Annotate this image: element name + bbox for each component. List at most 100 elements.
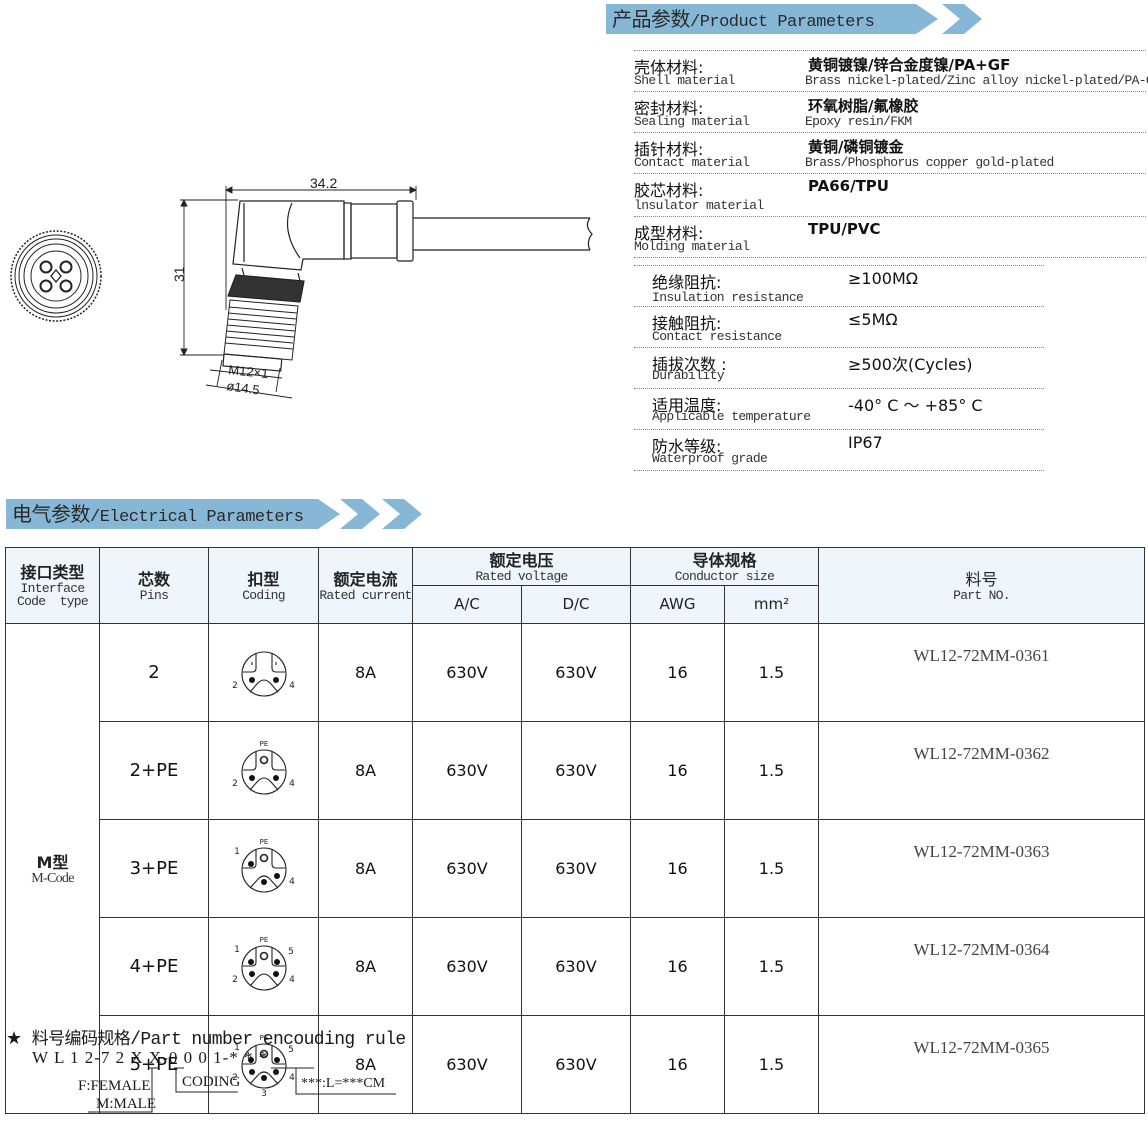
awg-cell: 16 bbox=[630, 623, 725, 722]
pin-label-5: 5 bbox=[288, 947, 294, 957]
pin-layout-4pe-icon: PE 2 4 1 5 bbox=[232, 936, 295, 991]
header-pins: 芯数 Pins bbox=[99, 547, 209, 624]
header-mm2: mm² bbox=[724, 585, 819, 624]
material-value-cn: 黄铜镀镍/锌合金度镍/PA+GF bbox=[808, 56, 1011, 74]
header-label-cn: 额定电流 bbox=[333, 569, 398, 589]
spec-label-en: Durability bbox=[652, 368, 725, 383]
material-row: 插针材料: Contact material 黄铜/磷铜镀金 Brass/Pho… bbox=[634, 132, 1146, 173]
dimension-diameter: ø14.5 bbox=[226, 378, 261, 397]
pin-layout-outline bbox=[240, 748, 287, 795]
mm2-cell: 1.5 bbox=[724, 1015, 819, 1114]
header-label-cn: 导体规格 bbox=[692, 550, 757, 570]
pin-contact bbox=[273, 958, 280, 965]
material-label-en: lnsulator material bbox=[634, 198, 764, 213]
header-label-en: Rated current bbox=[319, 587, 412, 603]
spec-row: 接触阻抗: Contact resistance ≤5MΩ bbox=[634, 306, 1044, 347]
part-no-cell: WL12-72MM-0363 bbox=[818, 819, 1145, 918]
material-label-en: Sealing material bbox=[634, 114, 750, 129]
pin-label-2: 2 bbox=[232, 779, 238, 789]
dc-voltage-cell: 630V bbox=[521, 623, 631, 722]
header-interface-type: 接口类型 Interface Code type bbox=[5, 547, 100, 624]
encoding-label-length: ***:L=***CM bbox=[301, 1076, 386, 1091]
pe-contact bbox=[259, 951, 268, 960]
spec-row: 绝缘阻抗: Insulation resistance ≥100MΩ bbox=[634, 265, 1044, 306]
pe-label: PE bbox=[259, 740, 268, 748]
part-no-cell: WL12-72MM-0361 bbox=[818, 623, 1145, 722]
material-label-en: Shell material bbox=[634, 73, 735, 88]
pin-label-4: 4 bbox=[289, 779, 295, 789]
header-rated-current: 额定电流 Rated current bbox=[318, 547, 413, 624]
dc-voltage-cell: 630V bbox=[521, 917, 631, 1016]
pin-contact bbox=[272, 774, 279, 781]
pin-label-1: 1 bbox=[234, 847, 240, 857]
banner-title-en: /Product Parameters bbox=[690, 13, 875, 32]
pin-layout-outline bbox=[240, 944, 287, 991]
coding-cell: PE 4 1 bbox=[208, 819, 319, 918]
banner-title: 电气参数/Electrical Parameters bbox=[12, 500, 304, 532]
chevron-right-icon bbox=[340, 499, 380, 529]
pin-layout-2-icon: 24 bbox=[232, 650, 295, 697]
pins-cell: 3+PE bbox=[99, 819, 209, 918]
header-rated-voltage: 额定电压 Rated voltage bbox=[412, 547, 631, 586]
pins-cell: 2 bbox=[99, 623, 209, 722]
dimension-height: 31 bbox=[171, 266, 187, 282]
pin-layout-outline bbox=[240, 846, 287, 893]
material-label-en: Molding material bbox=[634, 239, 750, 254]
material-value-cn: 黄铜/磷铜镀金 bbox=[808, 138, 904, 156]
dc-voltage-cell: 630V bbox=[521, 1015, 631, 1114]
table-row: M型 M-Code 2 24 8A 630V 630V 16 1.5 WL12-… bbox=[5, 623, 1145, 1114]
ac-voltage-cell: 630V bbox=[412, 623, 522, 722]
encoding-leader-lines bbox=[88, 1067, 396, 1113]
ac-voltage-cell: 630V bbox=[412, 819, 522, 918]
header-label-cn: 芯数 bbox=[137, 569, 170, 589]
specs-list: 绝缘阻抗: Insulation resistance ≥100MΩ 接触阻抗:… bbox=[634, 265, 1044, 471]
header-label: mm² bbox=[753, 595, 790, 613]
pin-layout-2pe-icon: PE 2 4 bbox=[232, 740, 295, 795]
pin-layout-3pe-icon: PE 4 1 bbox=[234, 838, 295, 893]
pin-label-2: 2 bbox=[232, 975, 238, 985]
pins-cell: 4+PE bbox=[99, 917, 209, 1016]
connector-face bbox=[240, 650, 287, 697]
table-row: 3+PE PE 4 1 8A 630V 630V 16 1.5 WL12-72MM-… bbox=[6, 819, 1145, 918]
material-row: 密封材料: Sealing material 环氧树脂/氟橡胶 Epoxy re… bbox=[634, 91, 1146, 132]
material-label-en: Contact material bbox=[634, 155, 750, 170]
ac-voltage-cell: 630V bbox=[412, 1015, 522, 1114]
header-label-en: Pins bbox=[139, 587, 169, 603]
pin-contact bbox=[247, 958, 254, 965]
header-label-en: Conductor size bbox=[674, 568, 775, 584]
current-cell: 8A bbox=[318, 917, 413, 1016]
spec-row: 防水等级: Waterproof grade IP67 bbox=[634, 429, 1044, 470]
header-label: A/C bbox=[454, 595, 480, 613]
mm2-cell: 1.5 bbox=[724, 819, 819, 918]
pin-label-4: 4 bbox=[289, 975, 295, 985]
coding-cell: PE 2 4 bbox=[208, 721, 319, 820]
header-awg: AWG bbox=[630, 585, 725, 624]
pe-contact bbox=[259, 853, 268, 862]
pin-contact bbox=[273, 872, 280, 879]
pin-label-2: 2 bbox=[232, 681, 238, 691]
mm2-cell: 1.5 bbox=[724, 917, 819, 1016]
interface-type-cn: M型 bbox=[36, 852, 69, 872]
spec-row: 适用温度: Applicable temperature -40° C ～ +8… bbox=[634, 388, 1044, 429]
coding-cell: 24 bbox=[208, 623, 319, 722]
part-no-cell: WL12-72MM-0365 bbox=[818, 1015, 1145, 1114]
pin-layout-outline bbox=[240, 650, 287, 697]
pins-cell: 2+PE bbox=[99, 721, 209, 820]
awg-cell: 16 bbox=[630, 917, 725, 1016]
current-cell: 8A bbox=[318, 623, 413, 722]
material-value-cn: PA66/TPU bbox=[808, 177, 889, 195]
pin-contact bbox=[272, 676, 279, 683]
mm2-cell: 1.5 bbox=[724, 623, 819, 722]
header-label-en: Code type bbox=[16, 594, 89, 609]
pin-contact bbox=[272, 970, 279, 977]
awg-cell: 16 bbox=[630, 819, 725, 918]
material-value-en: Brass/Phosphorus copper gold-plated bbox=[805, 155, 1054, 170]
spec-label-en: Applicable temperature bbox=[652, 409, 811, 424]
spec-value: IP67 bbox=[848, 433, 883, 452]
interface-type-en: M-Code bbox=[31, 870, 74, 886]
part-no-cell: WL12-72MM-0362 bbox=[818, 721, 1145, 820]
materials-list: 壳体材料: Shell material 黄铜镀镍/锌合金度镍/PA+GF Br… bbox=[634, 50, 1148, 258]
dc-voltage-cell: 630V bbox=[521, 819, 631, 918]
dc-voltage-cell: 630V bbox=[521, 721, 631, 820]
header-label-cn: 扣型 bbox=[247, 569, 280, 589]
